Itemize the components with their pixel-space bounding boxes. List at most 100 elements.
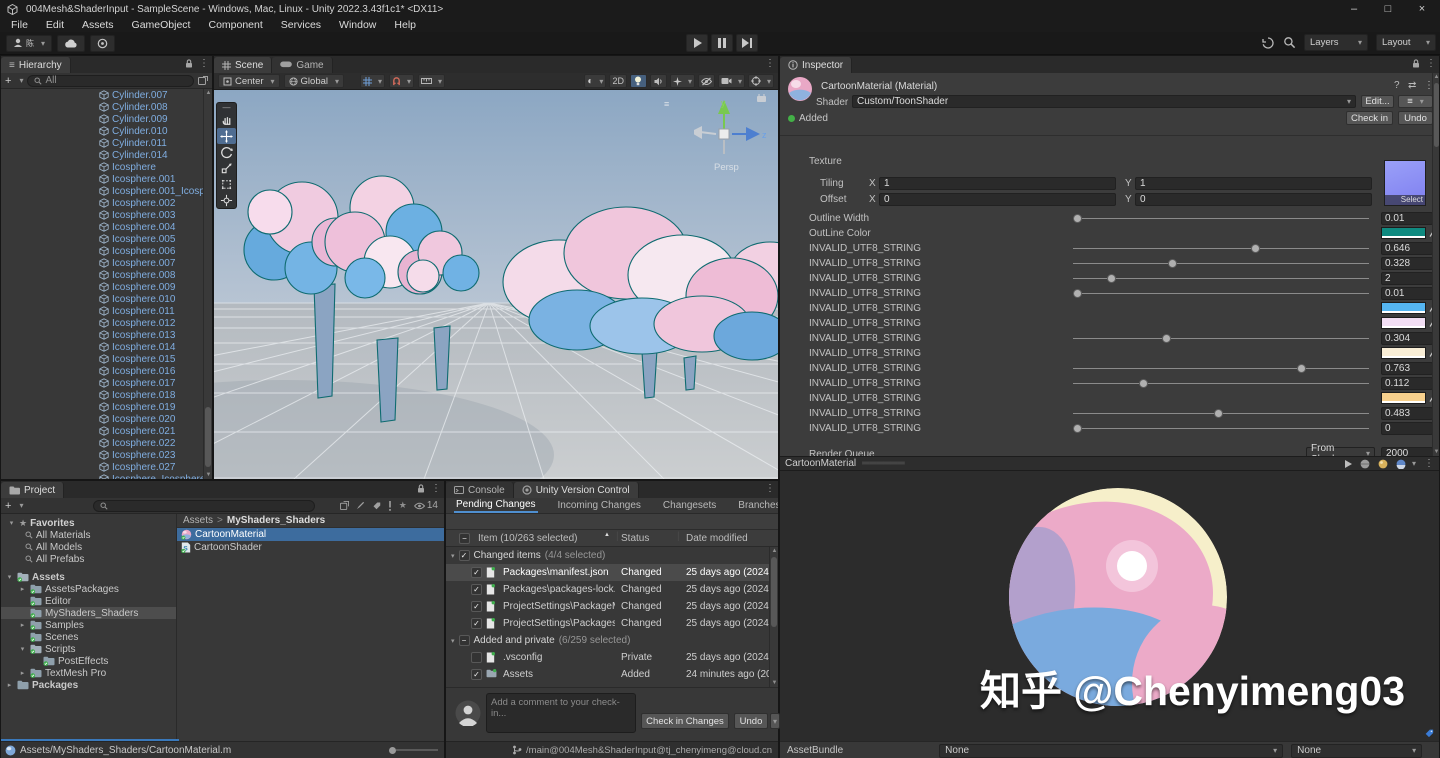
open-window-icon[interactable] <box>340 501 349 510</box>
add-object-button[interactable]: + <box>5 75 11 87</box>
vc-file-row[interactable]: ✓ProjectSettings\PackageMChanged25 days … <box>446 598 769 615</box>
texture-thumbnail[interactable]: Select <box>1384 160 1426 206</box>
add-asset-button[interactable]: + <box>5 500 11 512</box>
help-icon[interactable]: ? <box>1394 80 1400 91</box>
slider-handle[interactable] <box>1073 214 1082 223</box>
vc-file-row[interactable]: ✓Packages\packages-lock.jChanged25 days … <box>446 581 769 598</box>
hierarchy-item[interactable]: Icosphere.012 <box>1 317 203 329</box>
project-tree-item[interactable]: Scenes <box>1 631 176 643</box>
hierarchy-item[interactable]: Icosphere.020 <box>1 413 203 425</box>
edit-brush-icon[interactable] <box>356 501 365 510</box>
hierarchy-item[interactable]: Cylinder.010 <box>1 125 203 137</box>
add-object-caret[interactable]: ▾ <box>19 76 23 85</box>
vc-file-row[interactable]: ✓ProjectSettings\Packages\Changed25 days… <box>446 615 769 632</box>
slider-handle[interactable] <box>1107 274 1116 283</box>
hierarchy-item[interactable]: Icosphere.013 <box>1 329 203 341</box>
hierarchy-item[interactable]: Icosphere <box>1 161 203 173</box>
hierarchy-scrollbar[interactable]: ▲ ▼ <box>203 89 212 479</box>
rotate-tool-button[interactable] <box>217 144 236 160</box>
vc-subtab-pending-changes[interactable]: Pending Changes <box>454 498 538 513</box>
scene-menu-icon[interactable]: ⋮ <box>765 58 775 69</box>
close-button[interactable]: × <box>1412 3 1432 15</box>
caret-icon[interactable]: ▸ <box>18 585 27 593</box>
vc-undo-button[interactable]: Undo <box>734 713 768 729</box>
menu-gameobject[interactable]: GameObject <box>123 18 200 32</box>
tab-game[interactable]: Game <box>272 57 332 73</box>
hierarchy-item[interactable]: Icosphere.005 <box>1 233 203 245</box>
audio-toggle-button[interactable] <box>650 74 667 88</box>
lighting-toggle-button[interactable] <box>630 74 647 88</box>
tab-scene[interactable]: Scene <box>214 57 272 73</box>
gizmos-dropdown[interactable]: ▾ <box>748 74 774 88</box>
menu-edit[interactable]: Edit <box>37 18 73 32</box>
maximize-button[interactable]: □ <box>1378 3 1398 15</box>
vc-undo-caret[interactable]: ▾ <box>770 713 780 729</box>
perspective-label[interactable]: Persp <box>714 162 739 173</box>
tab-project[interactable]: Project <box>1 482 64 498</box>
scene-viewport[interactable]: — ≡ y z <box>214 90 778 479</box>
transform-tool-button[interactable] <box>217 192 236 208</box>
vc-file-row[interactable]: ✓Packages\manifest.jsonChanged25 days ag… <box>446 564 769 581</box>
hierarchy-item[interactable]: Icosphere.009 <box>1 281 203 293</box>
slider-handle[interactable] <box>1168 259 1177 268</box>
shader-presets-button[interactable]: ≡▾ <box>1398 95 1433 108</box>
view-tool-button[interactable] <box>217 112 236 128</box>
favorite-item[interactable]: All Models <box>1 541 176 553</box>
hierarchy-item[interactable]: Icosphere.016 <box>1 365 203 377</box>
project-file-item[interactable]: CartoonMaterial <box>177 528 444 541</box>
vc-file-row[interactable]: ✓AssetsAdded24 minutes ago (20 <box>446 666 769 683</box>
snap-increment-button[interactable]: ▾ <box>389 74 414 88</box>
2d-toggle-button[interactable]: 2D <box>609 74 627 88</box>
vc-subtab-changesets[interactable]: Changesets <box>661 498 718 513</box>
cloud-button[interactable] <box>57 35 85 52</box>
project-search-input[interactable] <box>93 500 315 512</box>
row-checkbox[interactable]: ✓ <box>471 601 482 612</box>
menu-component[interactable]: Component <box>199 18 271 32</box>
pause-button[interactable] <box>711 34 733 52</box>
select-all-checkbox[interactable]: − <box>459 533 470 544</box>
undo-history-button[interactable] <box>1261 36 1275 50</box>
check-in-changes-button[interactable]: Check in Changes <box>641 713 729 729</box>
slider-handle[interactable] <box>1162 334 1171 343</box>
favorite-star-icon[interactable]: ★ <box>399 500 407 511</box>
preview-menu-icon[interactable]: ⋮ <box>1424 458 1434 469</box>
row-checkbox[interactable]: ✓ <box>471 567 482 578</box>
hierarchy-item[interactable]: Cylinder.014 <box>1 149 203 161</box>
menu-assets[interactable]: Assets <box>73 18 123 32</box>
inspector-menu-icon[interactable]: ⋮ <box>1426 58 1436 69</box>
hierarchy-item[interactable]: Icosphere.002 <box>1 197 203 209</box>
tab-unity-version-control[interactable]: Unity Version Control <box>514 482 639 498</box>
offset-x-field[interactable]: 0 <box>879 193 1116 206</box>
project-tree-item[interactable]: ▾Scripts <box>1 643 176 655</box>
hierarchy-item[interactable]: Icosphere.006 <box>1 245 203 257</box>
hierarchy-item[interactable]: Icosphere.008 <box>1 269 203 281</box>
hierarchy-item[interactable]: Icosphere_Icosphere.002 <box>1 473 203 479</box>
property-slider[interactable] <box>1073 338 1369 339</box>
move-tool-button[interactable] <box>217 128 236 144</box>
color-swatch[interactable] <box>1381 317 1426 329</box>
property-value-field[interactable]: 0.112 <box>1381 377 1433 390</box>
slider-handle[interactable] <box>1073 289 1082 298</box>
property-value-field[interactable]: 0.328 <box>1381 257 1433 270</box>
rect-tool-button[interactable] <box>217 176 236 192</box>
project-file-item[interactable]: SCartoonShader <box>177 541 444 554</box>
scene-picker-icon[interactable] <box>198 76 208 85</box>
property-value-field[interactable]: 0.646 <box>1381 242 1433 255</box>
search-button[interactable] <box>1283 36 1296 49</box>
hierarchy-item[interactable]: Cylinder.007 <box>1 89 203 101</box>
slider-handle[interactable] <box>1297 364 1306 373</box>
workspace-path[interactable]: /main@004Mesh&ShaderInput@tj_chenyimeng@… <box>526 745 772 756</box>
vc-group-row[interactable]: ▾✓Changed items (4/4 selected) <box>446 547 769 564</box>
hierarchy-item[interactable]: Icosphere.027 <box>1 461 203 473</box>
property-slider[interactable] <box>1073 278 1369 279</box>
hierarchy-item[interactable]: Icosphere.007 <box>1 257 203 269</box>
favorite-item[interactable]: All Prefabs <box>1 553 176 565</box>
vc-subtab-incoming-changes[interactable]: Incoming Changes <box>556 498 643 513</box>
hierarchy-item[interactable]: Icosphere.010 <box>1 293 203 305</box>
col-item[interactable]: Item (10/263 selected) <box>478 533 578 544</box>
menu-help[interactable]: Help <box>385 18 425 32</box>
property-value-field[interactable]: 0.304 <box>1381 332 1433 345</box>
tiling-y-field[interactable]: 1 <box>1135 177 1372 190</box>
slider-handle[interactable] <box>1139 379 1148 388</box>
lock-icon[interactable] <box>1412 59 1420 68</box>
